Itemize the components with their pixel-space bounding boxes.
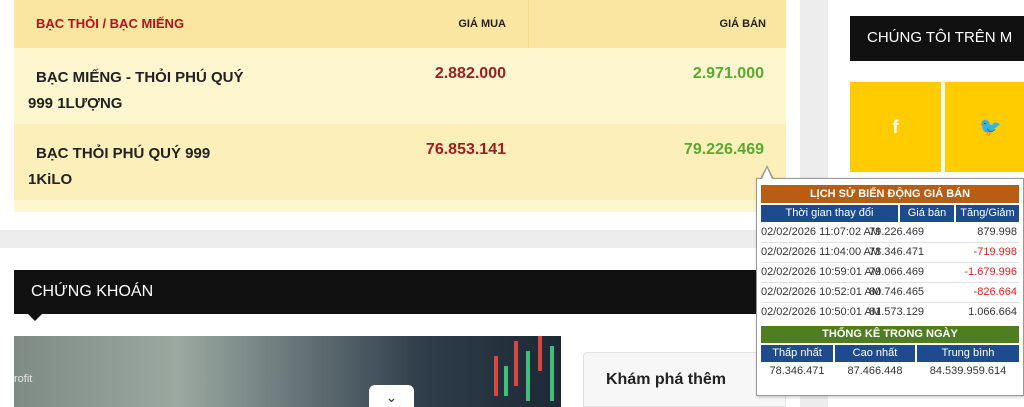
candle-decoration <box>550 346 554 401</box>
history-change: -826.664 <box>973 286 1017 298</box>
candle-decoration <box>504 366 508 396</box>
twitter-icon: 🐦 <box>979 117 1002 137</box>
history-price: 79.066.469 <box>869 266 925 278</box>
stats-min-value: 78.346.471 <box>769 365 825 377</box>
header-divider <box>528 0 529 48</box>
price-table-header: BẠC THỎI / BẠC MIẾNG GIÁ MUA GIÁ BÁN <box>14 0 786 48</box>
stats-title: THỐNG KÊ TRONG NGÀY <box>761 326 1019 343</box>
history-change: -719.998 <box>973 246 1017 258</box>
tooltip-title: LỊCH SỬ BIẾN ĐỘNG GIÁ BÁN <box>761 185 1019 203</box>
header-time: Thời gian thay đổi <box>761 205 898 222</box>
column-header-buy: GIÁ MUA <box>458 18 506 30</box>
history-time: 02/02/2026 11:04:00 AM <box>761 246 881 258</box>
product-name: BẠC THỎI PHÚ QUÝ 999 1KiLO <box>28 145 211 188</box>
stocks-title: CHỨNG KHOÁN <box>14 270 786 321</box>
price-panel: BẠC THỎI / BẠC MIẾNG GIÁ MUA GIÁ BÁN BẠC… <box>0 0 800 230</box>
stats-header-min: Thấp nhất <box>761 345 833 362</box>
column-header-sell: GIÁ BÁN <box>719 18 766 30</box>
stats-avg-value: 84.539.959.614 <box>929 365 1007 377</box>
stats-header-max: Cao nhất <box>835 345 915 362</box>
history-row: 02/02/2026 11:04:00 AM 78.346.471 -719.9… <box>761 243 1019 262</box>
buy-price: 2.882.000 <box>434 65 506 82</box>
product-name: BẠC MIẾNG - THỎI PHÚ QUÝ 999 1LƯỢNG <box>28 69 244 112</box>
header-price: Giá bán <box>900 205 954 222</box>
history-time: 02/02/2026 10:50:01 AM <box>761 306 881 318</box>
history-time: 02/02/2026 11:07:02 AM <box>761 226 881 238</box>
silver-price-table: BẠC THỎI / BẠC MIẾNG GIÁ MUA GIÁ BÁN BẠC… <box>14 0 786 212</box>
history-change: 879.998 <box>977 226 1017 238</box>
candle-decoration <box>514 341 518 386</box>
buy-price: 76.853.141 <box>425 141 506 158</box>
history-row: 02/02/2026 10:59:01 AM 79.066.469 -1.679… <box>761 263 1019 282</box>
history-price: 80.746.465 <box>869 286 925 298</box>
sidebar-title: CHÚNG TÔI TRÊN M <box>850 16 1024 61</box>
chevron-down-icon: ⌄ <box>385 389 398 405</box>
column-header-name: BẠC THỎI / BẠC MIẾNG <box>36 16 185 31</box>
history-price: 81.573.129 <box>869 306 925 318</box>
twitter-button[interactable]: 🐦 <box>945 82 1024 172</box>
history-change: -1.679.996 <box>964 266 1017 278</box>
table-row: BẠC MIẾNG - THỎI PHÚ QUÝ 999 1LƯỢNG 2.88… <box>14 48 786 124</box>
facebook-button[interactable]: f <box>850 82 941 172</box>
facebook-icon: f <box>892 117 899 137</box>
candle-decoration <box>526 351 530 401</box>
expand-chevron-button[interactable]: ⌄ <box>369 385 414 407</box>
table-row: BẠC THỎI PHÚ QUÝ 999 1KiLO 76.853.141 79… <box>14 124 786 200</box>
sell-price: 2.971.000 <box>692 65 764 82</box>
stock-chart-image[interactable]: rofit <box>14 336 561 407</box>
sell-price-hovered[interactable]: 79.226.469 <box>684 141 764 159</box>
stocks-section: CHỨNG KHOÁN rofit ⌄ Khám phá thêm <box>0 248 800 407</box>
explore-more-label: Khám phá thêm <box>606 371 727 388</box>
history-row: 02/02/2026 11:07:02 AM 79.226.469 879.99… <box>761 223 1019 242</box>
history-price: 78.346.471 <box>869 246 925 258</box>
history-row: 02/02/2026 10:52:01 AM 80.746.465 -826.6… <box>761 283 1019 302</box>
image-caption: rofit <box>14 373 33 385</box>
history-row: 02/02/2026 10:50:01 AM 81.573.129 1.066.… <box>761 303 1019 322</box>
tooltip-arrow-fill <box>762 168 772 179</box>
header-change: Tăng/Giảm <box>956 205 1019 222</box>
candle-decoration <box>538 336 542 371</box>
stats-header-avg: Trung bình <box>917 345 1019 362</box>
price-history-tooltip: LỊCH SỬ BIẾN ĐỘNG GIÁ BÁN Thời gian thay… <box>756 178 1024 396</box>
history-price: 79.226.469 <box>869 226 925 238</box>
stats-max-value: 87.466.448 <box>847 365 903 377</box>
candle-decoration <box>494 356 498 396</box>
history-time: 02/02/2026 10:59:01 AM <box>761 266 881 278</box>
history-change: 1.066.664 <box>968 306 1017 318</box>
history-time: 02/02/2026 10:52:01 AM <box>761 286 881 298</box>
